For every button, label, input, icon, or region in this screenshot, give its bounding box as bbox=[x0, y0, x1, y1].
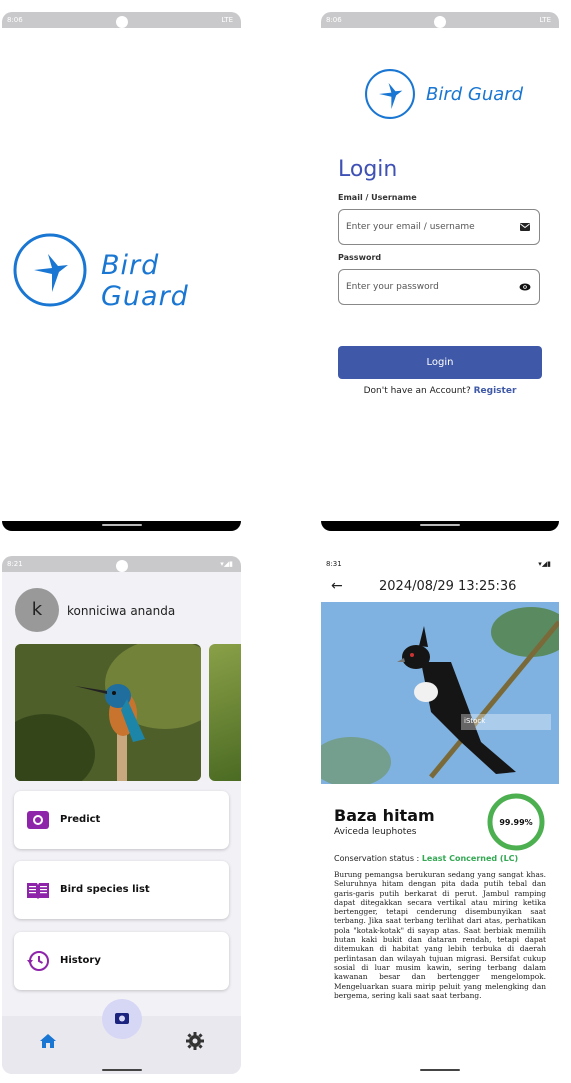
camera-cutout bbox=[434, 16, 446, 28]
confidence-value: 99.99% bbox=[499, 818, 532, 827]
bird-species-list-card[interactable]: Bird species list bbox=[14, 861, 229, 919]
register-prompt: Don't have an Account? Register bbox=[321, 386, 559, 396]
history-card[interactable]: History bbox=[14, 932, 229, 990]
back-arrow-icon[interactable]: ← bbox=[331, 578, 343, 594]
password-label: Password bbox=[338, 253, 382, 262]
status-icons: ▾◢▮ bbox=[538, 560, 551, 568]
home-screen: 8:21 ▾◢▮ k konniciwa ananda Predict Bird… bbox=[2, 556, 241, 1074]
conservation-label: Conservation status : bbox=[334, 854, 420, 863]
history-label: History bbox=[60, 955, 101, 966]
status-time: 8:21 bbox=[7, 560, 23, 568]
status-icons: ▾◢▮ bbox=[220, 560, 233, 568]
black-baza-illustration: iStock bbox=[321, 602, 559, 784]
kingfisher-image[interactable] bbox=[15, 644, 201, 781]
login-screen: 8:06 LTE Bird Guard Login Email / Userna… bbox=[321, 12, 559, 531]
app-name: Bird Guard bbox=[426, 84, 524, 105]
status-time: 8:31 bbox=[326, 560, 342, 568]
bird-species-list-label: Bird species list bbox=[60, 884, 150, 895]
password-placeholder: Enter your password bbox=[346, 282, 439, 292]
bird-photo: iStock bbox=[321, 602, 559, 784]
kingfisher-illustration bbox=[15, 644, 201, 781]
detail-screen: 8:31 ▾◢▮ ← 2024/08/29 13:25:36 iStock Ba… bbox=[321, 556, 559, 1074]
book-icon bbox=[27, 883, 49, 899]
no-account-text: Don't have an Account? bbox=[363, 386, 471, 396]
status-time: 8:06 bbox=[7, 16, 23, 24]
predict-label: Predict bbox=[60, 814, 101, 825]
scientific-name: Aviceda leuphotes bbox=[334, 827, 417, 837]
camera-icon bbox=[115, 1013, 129, 1024]
datetime-title: 2024/08/29 13:25:36 bbox=[379, 579, 517, 594]
gear-icon[interactable] bbox=[185, 1031, 205, 1051]
camera-fab-button[interactable] bbox=[102, 999, 142, 1039]
email-field[interactable]: Enter your email / username bbox=[338, 209, 540, 245]
bird-name: Baza hitam bbox=[334, 806, 435, 825]
carousel-next-image[interactable] bbox=[209, 644, 241, 781]
confidence-ring: 99.99% bbox=[487, 793, 545, 851]
status-bar: 8:31 ▾◢▮ bbox=[321, 556, 559, 572]
status-signal: LTE bbox=[221, 16, 233, 24]
bird-description: Burung pemangsa berukuran sedang yang sa… bbox=[334, 870, 546, 1000]
watermark-text: iStock bbox=[464, 717, 486, 725]
bird-logo-icon bbox=[365, 69, 415, 119]
camera-cutout bbox=[115, 560, 128, 572]
conservation-value: Least Concerned (LC) bbox=[421, 854, 519, 863]
avatar[interactable]: k bbox=[15, 588, 59, 632]
username: konniciwa ananda bbox=[67, 604, 176, 618]
register-link[interactable]: Register bbox=[474, 386, 517, 396]
home-icon[interactable] bbox=[39, 1032, 57, 1050]
bird-logo-icon bbox=[13, 233, 87, 307]
camera-cutout bbox=[115, 16, 128, 28]
mail-icon bbox=[520, 223, 530, 231]
camera-icon bbox=[27, 811, 49, 829]
gesture-pill bbox=[101, 1069, 142, 1071]
email-label: Email / Username bbox=[338, 193, 417, 202]
email-placeholder: Enter your email / username bbox=[346, 222, 475, 232]
page-title: Login bbox=[338, 157, 398, 182]
splash-screen: 8:06 LTE Bird Guard bbox=[2, 12, 241, 531]
conservation-status: Conservation status : Least Concerned (L… bbox=[334, 854, 518, 863]
login-button[interactable]: Login bbox=[338, 346, 542, 379]
status-time: 8:06 bbox=[326, 16, 342, 24]
history-icon bbox=[27, 951, 49, 971]
status-signal: LTE bbox=[539, 16, 551, 24]
eye-icon[interactable] bbox=[519, 281, 531, 293]
system-nav-bar bbox=[2, 521, 241, 531]
gesture-pill bbox=[420, 1069, 460, 1071]
app-name: Bird Guard bbox=[101, 250, 189, 312]
system-nav-bar bbox=[321, 521, 559, 531]
predict-card[interactable]: Predict bbox=[14, 791, 229, 849]
password-field[interactable]: Enter your password bbox=[338, 269, 540, 305]
